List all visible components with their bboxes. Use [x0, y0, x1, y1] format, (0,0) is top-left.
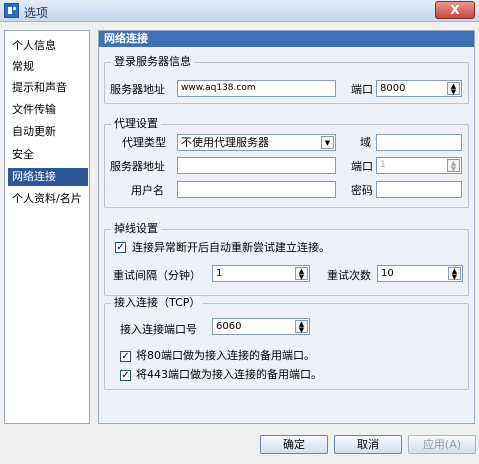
proxy-port-stepper[interactable]: 1 ▲ ▼ — [376, 157, 462, 174]
use-port-80-checkbox[interactable]: ✓ — [120, 351, 131, 362]
window-title: 选项 — [24, 6, 49, 20]
proxy-domain-label: 域 — [360, 136, 371, 149]
sidebar-item-file-transfer[interactable]: 文件传输 — [8, 101, 88, 119]
proxy-password-input[interactable] — [376, 181, 462, 198]
retry-count-label: 重试次数 — [327, 269, 371, 282]
sidebar-item-general[interactable]: 常规 — [8, 58, 88, 76]
ok-button[interactable]: 确定 — [260, 435, 328, 454]
proxy-server-input[interactable] — [177, 157, 336, 174]
cancel-button[interactable]: 取消 — [334, 435, 402, 454]
retry-interval-value: 1 — [216, 268, 223, 279]
retry-count-spin-icon[interactable]: ▲ ▼ — [448, 267, 461, 281]
server-port-stepper[interactable]: 8000 ▲ ▼ — [376, 80, 462, 97]
use-port-443-checkbox[interactable]: ✓ — [120, 370, 131, 381]
title-bar[interactable]: 选项 X — [0, 0, 479, 22]
incoming-port-spin-icon[interactable]: ▲ ▼ — [295, 320, 308, 334]
server-address-input[interactable]: www.aq138.com — [177, 80, 336, 97]
proxy-username-label: 用户名 — [131, 184, 164, 197]
sidebar-item-network[interactable]: 网络连接 — [8, 168, 88, 186]
proxy-server-label: 服务器地址 — [110, 160, 165, 173]
incoming-connection-group-title: 接入连接（TCP） — [111, 296, 204, 310]
retry-interval-spin-icon[interactable]: ▲ ▼ — [295, 267, 308, 281]
chevron-down-icon[interactable]: ▼ — [321, 136, 334, 149]
proxy-port-value: 1 — [380, 160, 386, 170]
login-server-group-title: 登录服务器信息 — [111, 55, 194, 69]
options-dialog: 选项 X 个人信息 常规 提示和声音 文件传输 自动更新 安全 网络连接 个人资… — [0, 0, 479, 464]
auto-reconnect-checkbox[interactable]: ✓ — [115, 242, 126, 253]
incoming-port-value: 6060 — [216, 321, 242, 332]
proxy-domain-input[interactable] — [376, 134, 462, 151]
proxy-port-spin-icon[interactable]: ▲ ▼ — [447, 159, 460, 173]
proxy-username-input[interactable] — [177, 181, 336, 198]
close-button[interactable]: X — [435, 1, 475, 19]
apply-button[interactable]: 应用(A) — [408, 435, 476, 454]
use-port-443-label: 将443端口做为接入连接的备用端口。 — [136, 368, 322, 381]
sidebar-item-profile-card[interactable]: 个人资料/名片 — [8, 190, 88, 208]
options-sidebar: 个人信息 常规 提示和声音 文件传输 自动更新 安全 网络连接 个人资料/名片 — [4, 30, 90, 424]
incoming-port-label: 接入连接端口号 — [120, 323, 197, 336]
port-spin-icon[interactable]: ▲ ▼ — [447, 82, 460, 96]
incoming-connection-group: 接入连接（TCP） 接入连接端口号 6060 ▲ ▼ ✓ 将80端口做为接入连接的… — [104, 296, 469, 390]
retry-count-value: 10 — [381, 268, 394, 279]
proxy-port-label: 端口 — [351, 160, 373, 173]
server-port-value: 8000 — [380, 83, 406, 94]
server-port-label: 端口 — [351, 83, 373, 96]
disconnect-group: 掉线设置 ✓ 连接异常断开后自动重新尝试建立连接。 重试间隔（分钟） 1 ▲ ▼ … — [104, 222, 469, 296]
retry-count-stepper[interactable]: 10 ▲ ▼ — [377, 265, 463, 282]
proxy-type-value: 不使用代理服务器 — [181, 136, 269, 149]
use-port-80-label: 将80端口做为接入连接的备用端口。 — [136, 349, 315, 362]
retry-interval-label: 重试间隔（分钟） — [113, 269, 201, 282]
sidebar-item-auto-update[interactable]: 自动更新 — [8, 123, 88, 141]
panel-header: 网络连接 — [99, 31, 474, 47]
sidebar-item-notifications-sounds[interactable]: 提示和声音 — [8, 79, 88, 97]
app-icon — [4, 3, 19, 18]
server-address-label: 服务器地址 — [110, 83, 165, 96]
auto-reconnect-label: 连接异常断开后自动重新尝试建立连接。 — [132, 241, 330, 254]
proxy-password-label: 密码 — [351, 184, 373, 197]
sidebar-item-security[interactable]: 安全 — [8, 146, 88, 164]
network-panel: 网络连接 登录服务器信息 服务器地址 www.aq138.com 端口 8000… — [98, 30, 475, 424]
retry-interval-stepper[interactable]: 1 ▲ ▼ — [212, 265, 310, 282]
proxy-group: 代理设置 代理类型 不使用代理服务器 ▼ 域 服务器地址 端口 1 ▲ ▼ 用户名… — [104, 117, 469, 208]
disconnect-group-title: 掉线设置 — [111, 222, 161, 236]
sidebar-item-personal-info[interactable]: 个人信息 — [8, 37, 88, 55]
incoming-port-stepper[interactable]: 6060 ▲ ▼ — [212, 318, 310, 335]
proxy-type-label: 代理类型 — [122, 136, 166, 149]
proxy-group-title: 代理设置 — [111, 117, 161, 131]
login-server-group: 登录服务器信息 服务器地址 www.aq138.com 端口 8000 ▲ ▼ — [104, 55, 469, 104]
proxy-type-select[interactable]: 不使用代理服务器 ▼ — [177, 134, 336, 151]
